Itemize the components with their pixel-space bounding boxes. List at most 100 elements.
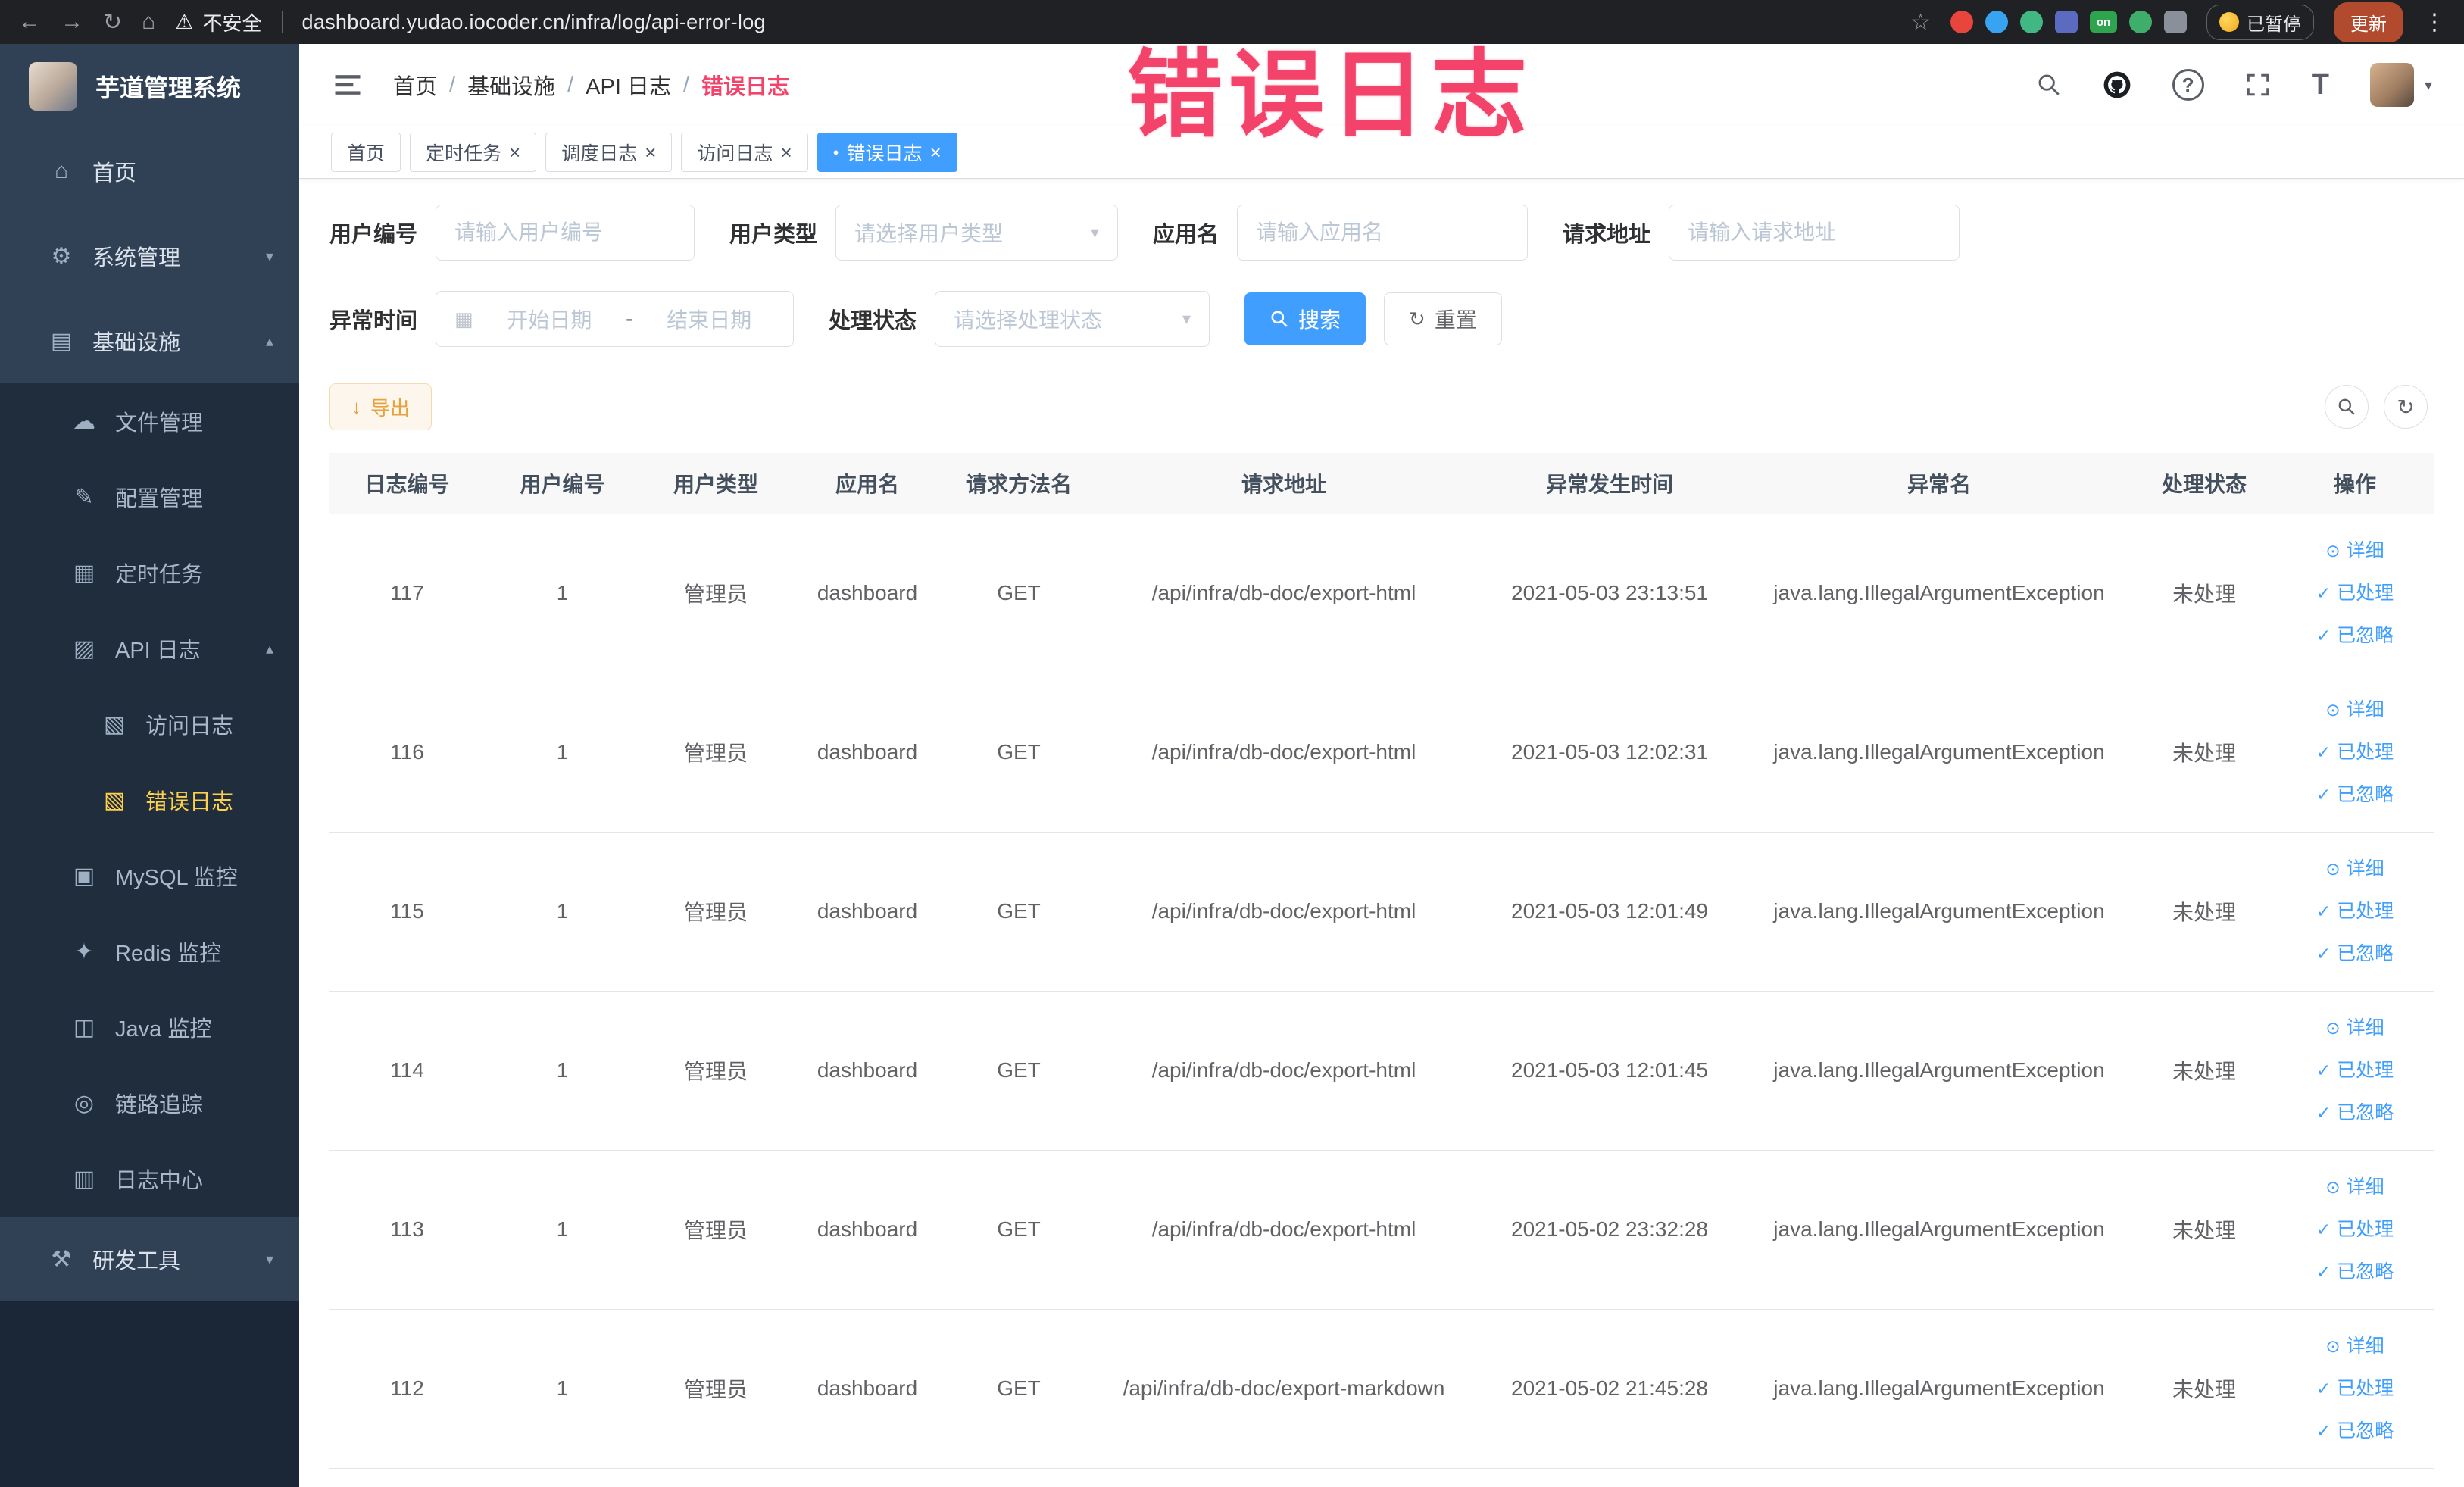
processed-link[interactable]: ✓ 已处理	[2284, 1208, 2426, 1251]
extension-icon[interactable]	[2164, 11, 2187, 33]
detail-link[interactable]: ⊙ 详细	[2284, 848, 2426, 890]
sidebar: 芋道管理系统 ⌂ 首页 ⚙ 系统管理 ▾ ▤ 基础设施 ▴ ☁ 文件管理 ✎ 配…	[0, 44, 299, 1487]
sidebar-item-tracing[interactable]: ◎ 链路追踪	[0, 1065, 299, 1141]
extension-icon[interactable]	[2129, 11, 2152, 33]
tab-scheduled-jobs[interactable]: 定时任务 ×	[410, 132, 537, 172]
cell-actions: ⊙ 详细 ✓ 已处理 ✓ 已忽略	[2276, 514, 2434, 673]
user-type-select[interactable]: 请选择用户类型 ▾	[835, 205, 1119, 261]
sidebar-item-system-mgmt[interactable]: ⚙ 系统管理 ▾	[0, 214, 299, 298]
search-button[interactable]: 搜索	[1244, 292, 1366, 345]
cell-user-id: 1	[485, 514, 640, 673]
detail-link[interactable]: ⊙ 详细	[2284, 1325, 2426, 1367]
sidebar-item-dev-tools[interactable]: ⚒ 研发工具 ▾	[0, 1217, 299, 1301]
tab-error-log[interactable]: ● 错误日志 ×	[817, 132, 957, 172]
sidebar-item-config-mgmt[interactable]: ✎ 配置管理	[0, 459, 299, 535]
trace-icon: ◎	[73, 1090, 95, 1116]
ignored-link[interactable]: ✓ 已忽略	[2284, 614, 2426, 657]
cell-actions: ⊙ 详细 ✓ 已处理 ✓ 已忽略	[2276, 832, 2434, 992]
collapse-sidebar-button[interactable]	[331, 68, 364, 102]
forward-icon[interactable]: →	[61, 9, 83, 35]
process-status-select[interactable]: 请选择处理状态 ▾	[935, 291, 1210, 347]
sidebar-item-label: Java 监控	[115, 1017, 212, 1042]
close-icon[interactable]: ×	[780, 142, 792, 162]
sidebar-item-mysql-monitor[interactable]: ▣ MySQL 监控	[0, 838, 299, 914]
close-icon[interactable]: ×	[930, 142, 942, 162]
detail-link[interactable]: ⊙ 详细	[2284, 689, 2426, 731]
op-label: 已处理	[2337, 742, 2394, 763]
extension-icon[interactable]	[1950, 11, 1973, 33]
breadcrumb-home[interactable]: 首页	[393, 69, 437, 101]
sidebar-item-log-center[interactable]: ▥ 日志中心	[0, 1141, 299, 1217]
sidebar-item-file-mgmt[interactable]: ☁ 文件管理	[0, 383, 299, 459]
extension-paused-badge[interactable]: 已暂停	[2206, 4, 2314, 40]
user-id-input[interactable]	[436, 205, 695, 261]
close-icon[interactable]: ×	[509, 142, 520, 162]
extension-icon[interactable]	[1985, 11, 2008, 33]
font-size-icon[interactable]: T	[2312, 69, 2329, 102]
sidebar-item-scheduled-jobs[interactable]: ▦ 定时任务	[0, 535, 299, 611]
toggle-search-button[interactable]	[2325, 385, 2369, 429]
search-icon[interactable]	[2036, 72, 2062, 98]
sidebar-item-infrastructure[interactable]: ▤ 基础设施 ▴	[0, 298, 299, 383]
browser-update-button[interactable]: 更新	[2334, 2, 2403, 42]
breadcrumb-infrastructure[interactable]: 基础设施	[467, 69, 555, 101]
paused-extension-icon	[2219, 12, 2239, 32]
tab-access-log[interactable]: 访问日志 ×	[681, 132, 808, 172]
detail-link[interactable]: ⊙ 详细	[2284, 1007, 2426, 1049]
infrastructure-submenu: ☁ 文件管理 ✎ 配置管理 ▦ 定时任务 ▨ API 日志 ▴ ▧ 访问日志 ▧…	[0, 383, 299, 1217]
extension-icon[interactable]	[2020, 11, 2043, 33]
extension-icon[interactable]	[2055, 11, 2078, 33]
fullscreen-icon[interactable]	[2245, 72, 2271, 98]
extension-icon[interactable]: on	[2090, 11, 2117, 33]
home-icon[interactable]: ⌂	[142, 9, 155, 35]
request-url-input[interactable]	[1669, 205, 1960, 261]
avatar[interactable]	[2369, 63, 2414, 107]
processed-link[interactable]: ✓ 已处理	[2284, 572, 2426, 614]
sidebar-item-redis-monitor[interactable]: ✦ Redis 监控	[0, 914, 299, 989]
processed-link[interactable]: ✓ 已处理	[2284, 890, 2426, 932]
breadcrumb-api-logs[interactable]: API 日志	[586, 69, 671, 101]
address-bar[interactable]: dashboard.yudao.iocoder.cn/infra/log/api…	[302, 11, 766, 34]
processed-link[interactable]: ✓ 已处理	[2284, 1049, 2426, 1092]
export-button-label: 导出	[370, 396, 411, 420]
security-label: 不安全	[202, 11, 262, 35]
exception-time-range[interactable]: ▦ 开始日期 - 结束日期	[436, 291, 795, 347]
back-icon[interactable]: ←	[18, 9, 41, 35]
detail-link[interactable]: ⊙ 详细	[2284, 1166, 2426, 1208]
site-security[interactable]: ⚠ 不安全	[175, 8, 261, 36]
ignored-link[interactable]: ✓ 已忽略	[2284, 932, 2426, 975]
detail-link[interactable]: ⊙ 详细	[2284, 530, 2426, 572]
app-name-input[interactable]	[1237, 205, 1529, 261]
check-icon: ✓	[2316, 742, 2331, 762]
tab-schedule-log[interactable]: 调度日志 ×	[545, 132, 673, 172]
api-log-icon: ▨	[73, 636, 95, 661]
github-icon[interactable]	[2103, 70, 2131, 99]
ignored-link[interactable]: ✓ 已忽略	[2284, 1410, 2426, 1452]
ignored-link[interactable]: ✓ 已忽略	[2284, 1251, 2426, 1293]
sidebar-item-error-log[interactable]: ▧ 错误日志	[0, 762, 299, 838]
browser-menu-icon[interactable]: ⋮	[2423, 9, 2446, 36]
op-label: 已忽略	[2337, 625, 2394, 646]
cell-log-id: 116	[329, 673, 485, 833]
refresh-table-button[interactable]: ↻	[2384, 385, 2428, 429]
cell-method: GET	[943, 514, 1095, 673]
cell-app-name: dashboard	[792, 991, 943, 1151]
chevron-down-icon[interactable]: ▾	[2425, 76, 2432, 95]
table-row: 113 1 管理员 dashboard GET /api/infra/db-do…	[329, 1150, 2434, 1310]
close-icon[interactable]: ×	[645, 142, 656, 162]
sidebar-item-home[interactable]: ⌂ 首页	[0, 129, 299, 214]
processed-link[interactable]: ✓ 已处理	[2284, 731, 2426, 773]
bookmark-star-icon[interactable]: ☆	[1910, 9, 1931, 36]
reload-icon[interactable]: ↻	[103, 9, 122, 36]
sidebar-item-api-logs[interactable]: ▨ API 日志 ▴	[0, 611, 299, 686]
reset-button[interactable]: ↻ 重置	[1384, 292, 1502, 345]
processed-link[interactable]: ✓ 已处理	[2284, 1367, 2426, 1410]
ignored-link[interactable]: ✓ 已忽略	[2284, 1092, 2426, 1134]
tab-home[interactable]: 首页	[331, 132, 401, 172]
help-icon[interactable]: ?	[2172, 69, 2204, 101]
sidebar-item-access-log[interactable]: ▧ 访问日志	[0, 686, 299, 762]
export-button[interactable]: ↓ 导出	[329, 383, 433, 430]
app-logo[interactable]: 芋道管理系统	[0, 44, 299, 129]
ignored-link[interactable]: ✓ 已忽略	[2284, 773, 2426, 816]
sidebar-item-java-monitor[interactable]: ◫ Java 监控	[0, 989, 299, 1065]
